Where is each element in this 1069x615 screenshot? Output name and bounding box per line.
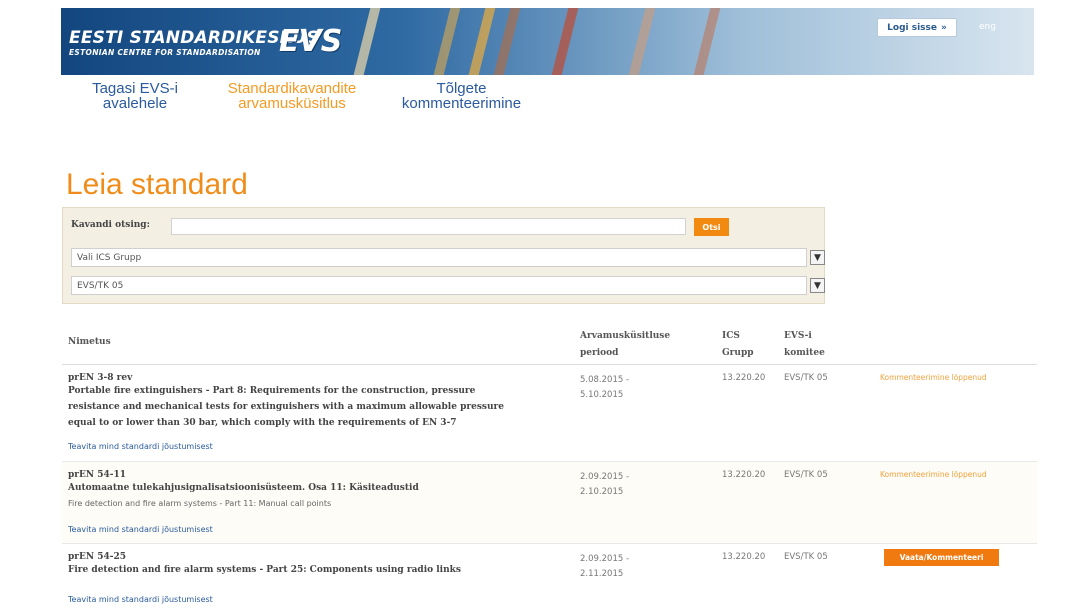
logo-subtitle: ESTONIAN CENTRE FOR STANDARDISATION	[69, 48, 261, 57]
column-header-label: EVS-i	[784, 331, 812, 341]
standard-title-cell: prEN 54-11 Automaatne tulekahjusignalisa…	[68, 470, 568, 512]
column-header-committee: EVS-i komitee	[784, 328, 825, 362]
language-link[interactable]: eng	[979, 22, 996, 32]
banner-stripe	[429, 8, 463, 75]
banner-stripe	[624, 8, 658, 75]
banner-stripe	[489, 8, 523, 75]
nav-item-survey[interactable]: Standardikavandite arvamusküsitlus	[212, 81, 372, 111]
notify-link[interactable]: Teavita mind standardi jõustumisest	[68, 595, 213, 604]
standard-title-line: Fire detection and fire alarm systems - …	[68, 565, 461, 575]
standard-title-line: resistance and mechanical tests for exti…	[68, 402, 504, 412]
login-button[interactable]: Logi sisse »	[877, 18, 957, 37]
banner-stripe	[464, 8, 498, 75]
period-end: 5.10.2015	[580, 390, 624, 400]
column-header-label: Grupp	[722, 348, 754, 358]
search-label: Kavandi otsing:	[71, 220, 150, 230]
banner-stripe	[689, 8, 723, 75]
period-start: 2.09.2015 -	[580, 554, 630, 564]
evs-logo-mark[interactable]: EVS	[279, 24, 342, 59]
committee-select-value: EVS/TK 05	[77, 280, 124, 291]
column-header-name: Nimetus	[68, 337, 111, 347]
view-comment-button[interactable]: Vaata/Kommenteeri	[884, 549, 999, 566]
period-cell: 2.09.2015 - 2.10.2015	[580, 470, 629, 500]
column-header-period: Arvamusküsitluse periood	[580, 328, 670, 362]
period-cell: 2.09.2015 - 2.11.2015	[580, 552, 629, 582]
column-header-ics: ICS Grupp	[722, 328, 754, 362]
standard-code: prEN 54-25	[68, 552, 127, 562]
standard-title-line: Portable fire extinguishers - Part 8: Re…	[68, 386, 476, 396]
ics-cell: 13.220.20	[722, 552, 766, 562]
table-row: prEN 54-11 Automaatne tulekahjusignalisa…	[62, 462, 1037, 544]
main-nav: Tagasi EVS-i avalehele Standardikavandit…	[0, 81, 1069, 121]
period-end: 2.11.2015	[580, 569, 624, 579]
nav-item-home[interactable]: Tagasi EVS-i avalehele	[80, 81, 190, 111]
notify-link[interactable]: Teavita mind standardi jõustumisest	[68, 525, 213, 534]
nav-item-label: avalehele	[102, 95, 168, 112]
committee-cell: EVS/TK 05	[784, 373, 828, 383]
results-table: Nimetus Arvamusküsitluse periood ICS Gru…	[62, 320, 1037, 614]
period-cell: 5.08.2015 - 5.10.2015	[580, 373, 629, 403]
banner-stripe	[547, 8, 581, 75]
nav-item-label: Tõlgete	[436, 80, 487, 97]
nav-item-label: Tagasi EVS-i	[92, 80, 178, 97]
ics-group-select-value: Vali ICS Grupp	[77, 252, 142, 263]
ics-cell: 13.220.20	[722, 373, 766, 383]
standard-code: prEN 3-8 rev	[68, 373, 133, 383]
table-row: prEN 3-8 rev Portable fire extinguishers…	[62, 365, 1037, 462]
standard-title-cell: prEN 3-8 rev Portable fire extinguishers…	[68, 373, 568, 431]
notify-link[interactable]: Teavita mind standardi jõustumisest	[68, 442, 213, 451]
banner-stripe	[349, 8, 383, 75]
nav-item-label: kommenteerimine	[401, 95, 522, 112]
search-input[interactable]	[171, 218, 686, 235]
login-label: Logi sisse	[887, 22, 937, 33]
committee-cell: EVS/TK 05	[784, 470, 828, 480]
table-row: prEN 54-25 Fire detection and fire alarm…	[62, 544, 1037, 614]
nav-item-translations[interactable]: Tõlgete kommenteerimine	[384, 81, 539, 111]
search-button[interactable]: Otsi	[694, 218, 729, 236]
standard-title-cell: prEN 54-25 Fire detection and fire alarm…	[68, 552, 568, 578]
ics-cell: 13.220.20	[722, 470, 766, 480]
chevron-down-icon[interactable]: ▼	[810, 278, 825, 293]
status-badge: Kommenteerimine lõppenud	[880, 373, 987, 382]
nav-item-label: Standardikavandite	[227, 80, 357, 97]
standard-title-line: Automaatne tulekahjusignalisatsioonisüst…	[68, 483, 419, 493]
period-start: 5.08.2015 -	[580, 375, 630, 385]
column-header-label: komitee	[784, 348, 825, 358]
page-title: Leia standard	[66, 168, 248, 201]
committee-select[interactable]: EVS/TK 05 ▼	[71, 276, 825, 295]
nav-item-label: arvamusküsitlus	[238, 95, 346, 112]
period-start: 2.09.2015 -	[580, 472, 630, 482]
committee-cell: EVS/TK 05	[784, 552, 828, 562]
standard-subtitle: Fire detection and fire alarm systems - …	[68, 499, 332, 508]
ics-group-select[interactable]: Vali ICS Grupp ▼	[71, 248, 825, 267]
search-panel: Kavandi otsing: Otsi Vali ICS Grupp ▼ EV…	[62, 207, 825, 304]
column-header-label: periood	[580, 348, 619, 358]
table-header: Nimetus Arvamusküsitluse periood ICS Gru…	[62, 320, 1037, 365]
column-header-label: Arvamusküsitluse	[580, 331, 671, 341]
period-end: 2.10.2015	[580, 487, 624, 497]
standard-code: prEN 54-11	[68, 470, 127, 480]
status-badge: Kommenteerimine lõppenud	[880, 470, 987, 479]
standard-title-line: equal to or lower than 30 bar, which com…	[68, 418, 457, 428]
header-banner: EESTI STANDARDIKESKUS ESTONIAN CENTRE FO…	[61, 8, 1034, 75]
chevron-down-icon[interactable]: ▼	[810, 250, 825, 265]
chevron-right-icon: »	[941, 22, 947, 33]
column-header-label: ICS	[722, 331, 740, 341]
